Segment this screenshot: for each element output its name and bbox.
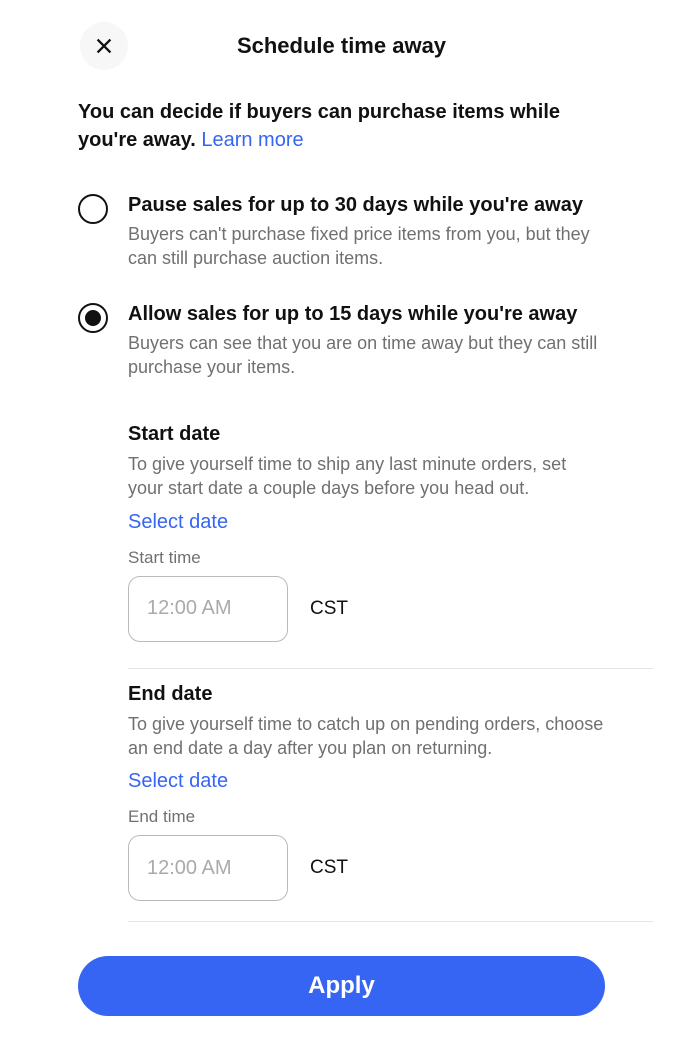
modal-header: Schedule time away: [30, 22, 653, 70]
radio-pause-sales[interactable]: [78, 194, 108, 224]
start-time-row: CST: [128, 576, 605, 642]
end-timezone: CST: [310, 857, 348, 879]
start-timezone: CST: [310, 598, 348, 620]
select-start-date-link[interactable]: Select date: [128, 511, 228, 534]
learn-more-link[interactable]: Learn more: [201, 129, 303, 151]
end-date-heading: End date: [128, 683, 605, 706]
option-content: Pause sales for up to 30 days while you'…: [128, 192, 605, 271]
end-time-label: End time: [128, 807, 605, 827]
option-description: Buyers can see that you are on time away…: [128, 331, 605, 380]
option-description: Buyers can't purchase fixed price items …: [128, 222, 605, 271]
schedule-time-away-modal: Schedule time away You can decide if buy…: [0, 0, 683, 1046]
end-date-section: End date To give yourself time to catch …: [128, 669, 653, 923]
option-content: Allow sales for up to 15 days while you'…: [128, 301, 605, 380]
intro-text: You can decide if buyers can purchase it…: [78, 98, 605, 154]
start-date-heading: Start date: [128, 423, 605, 446]
option-title: Pause sales for up to 30 days while you'…: [128, 192, 605, 218]
end-time-row: CST: [128, 835, 605, 901]
apply-button[interactable]: Apply: [78, 956, 605, 1016]
close-button[interactable]: [80, 22, 128, 70]
select-end-date-link[interactable]: Select date: [128, 770, 228, 793]
option-pause-sales: Pause sales for up to 30 days while you'…: [78, 192, 605, 271]
end-date-description: To give yourself time to catch up on pen…: [128, 712, 605, 761]
start-time-label: Start time: [128, 548, 605, 568]
start-date-description: To give yourself time to ship any last m…: [128, 452, 605, 501]
option-title: Allow sales for up to 15 days while you'…: [128, 301, 605, 327]
intro-copy: You can decide if buyers can purchase it…: [78, 101, 560, 151]
start-time-input[interactable]: [128, 576, 288, 642]
option-allow-sales: Allow sales for up to 15 days while you'…: [78, 301, 605, 380]
start-date-section: Start date To give yourself time to ship…: [128, 409, 653, 669]
end-time-input[interactable]: [128, 835, 288, 901]
radio-allow-sales[interactable]: [78, 303, 108, 333]
close-icon: [93, 35, 115, 57]
